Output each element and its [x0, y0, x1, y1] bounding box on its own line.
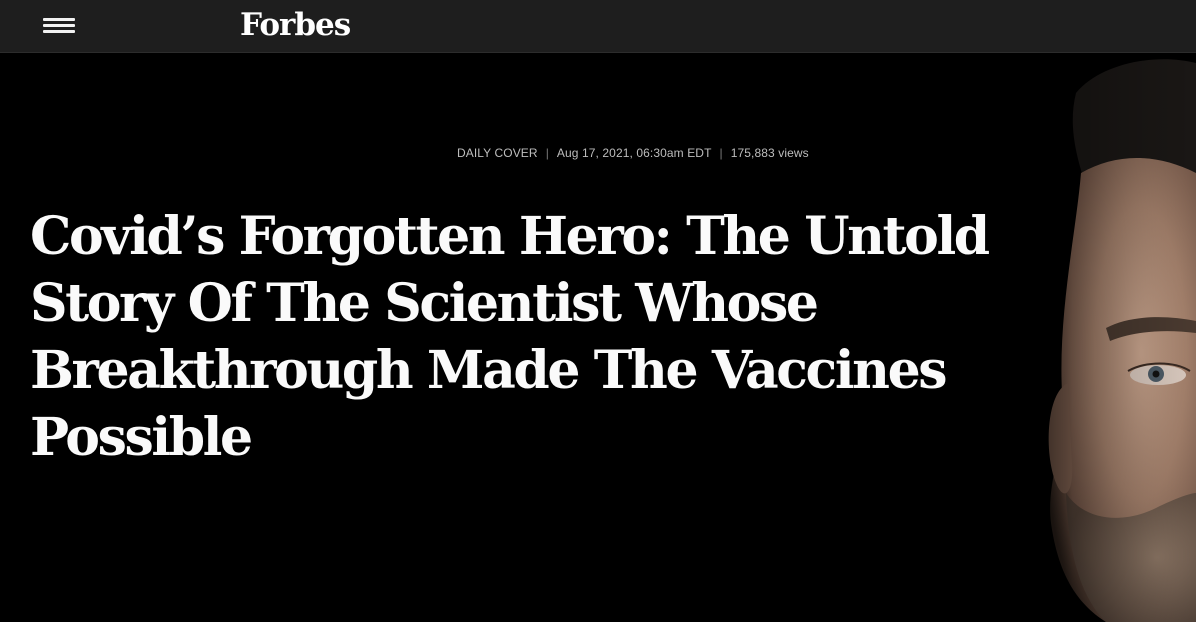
menu-line: [43, 18, 75, 21]
publish-date: Aug 17, 2021, 06:30am EDT: [556, 146, 712, 160]
meta-separator: |: [719, 146, 723, 160]
menu-line: [43, 30, 75, 33]
hamburger-menu-icon[interactable]: [40, 12, 78, 38]
article-page: Forbes DAILY COVER | Aug 17, 2021, 06:30…: [0, 0, 1196, 622]
section-label[interactable]: DAILY COVER: [457, 146, 538, 160]
article-headline: Covid’s Forgotten Hero: The Untold Story…: [30, 206, 990, 468]
forbes-logo[interactable]: Forbes: [240, 3, 351, 47]
menu-line: [43, 24, 75, 27]
article-hero: DAILY COVER | Aug 17, 2021, 06:30am EDT | 17…: [0, 53, 1196, 622]
meta-separator: |: [545, 146, 549, 160]
view-count: 175,883 views: [730, 146, 809, 160]
article-meta: DAILY COVER | Aug 17, 2021, 06:30am EDT | 17…: [457, 146, 809, 160]
top-navigation-bar: Forbes: [0, 0, 1196, 53]
